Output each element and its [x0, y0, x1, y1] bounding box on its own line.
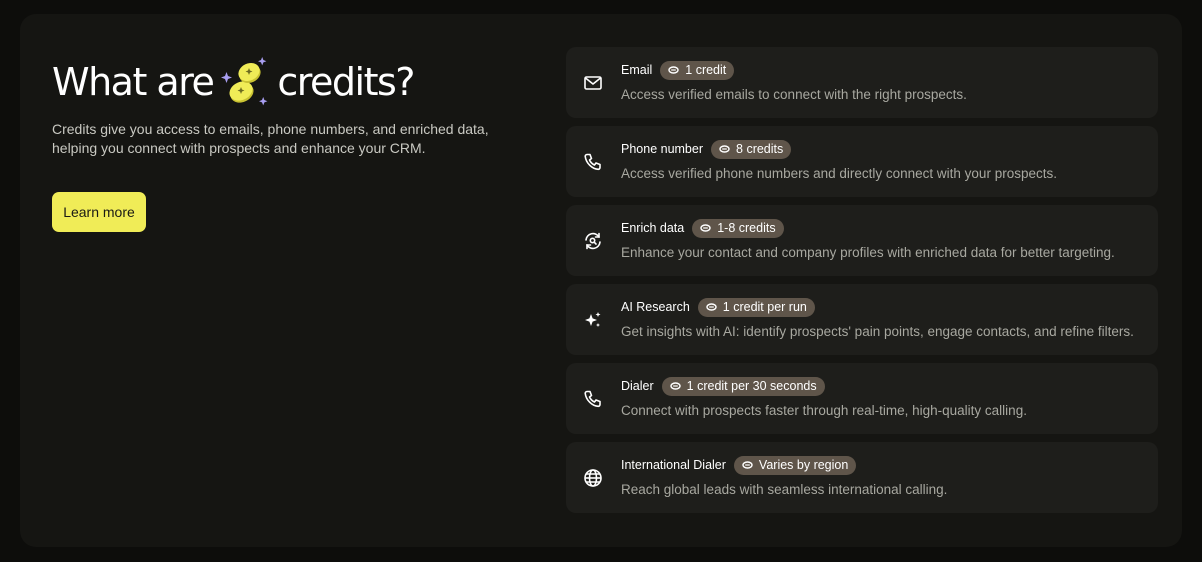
item-title: AI Research	[621, 300, 690, 314]
item-title: Phone number	[621, 142, 704, 156]
credit-cost-badge: Varies by region	[733, 455, 857, 475]
intro-description: Credits give you access to emails, phone…	[52, 121, 489, 156]
credit-item-phone-number: Phone number 8 credits Access verified p…	[566, 126, 1158, 197]
item-description: Get insights with AI: identify prospects…	[621, 324, 1134, 339]
credit-item-dialer: Dialer 1 credit per 30 seconds Connect w…	[566, 363, 1158, 434]
credit-cost: 1 credit per run	[722, 300, 807, 314]
item-title: International Dialer	[621, 458, 726, 472]
coin-icon	[669, 382, 681, 390]
credit-item-enrich-data: Enrich data 1-8 credits Enhance your con…	[566, 205, 1158, 276]
item-description: Access verified emails to connect with t…	[621, 87, 967, 102]
coin-icon	[706, 303, 717, 311]
mail-icon	[583, 73, 603, 93]
credits-panel: What are credits? Credits give you acces…	[20, 14, 1182, 547]
page-title: What are credits?	[52, 54, 512, 110]
item-description: Access verified phone numbers and direct…	[621, 166, 1057, 181]
credit-cost-badge: 1 credit	[660, 60, 735, 80]
sparkle-icon	[583, 310, 603, 330]
coin-icon	[668, 66, 679, 74]
credit-item-international-dialer: International Dialer Varies by region Re…	[566, 442, 1158, 513]
title-text-end: credits?	[277, 60, 415, 104]
credit-cost-badge: 1 credit per run	[697, 297, 815, 317]
title-text-start: What are	[52, 60, 215, 104]
learn-more-button[interactable]: Learn more	[52, 192, 146, 232]
item-description: Reach global leads with seamless interna…	[621, 482, 948, 497]
credit-cost: 1 credit per 30 seconds	[686, 379, 817, 393]
coins-icon	[215, 54, 273, 110]
phone-icon	[583, 152, 603, 172]
coin-icon	[719, 145, 730, 153]
item-title: Enrich data	[621, 221, 685, 235]
item-title: Email	[621, 63, 653, 77]
coin-icon	[742, 461, 753, 469]
credit-cost-badge: 1-8 credits	[692, 218, 784, 238]
globe-icon	[583, 468, 603, 488]
credit-item-email: Email 1 credit Access verified emails to…	[566, 47, 1158, 118]
credit-cost-badge: 1 credit per 30 seconds	[661, 376, 825, 396]
credit-cost: 1-8 credits	[717, 221, 776, 235]
credits-intro: What are credits? Credits give you acces…	[52, 54, 512, 232]
credit-cost-badge: 8 credits	[711, 139, 792, 159]
item-description: Connect with prospects faster through re…	[621, 403, 1027, 418]
item-title: Dialer	[621, 379, 654, 393]
phone-icon	[583, 389, 603, 409]
refresh-search-icon	[583, 231, 603, 251]
item-description: Enhance your contact and company profile…	[621, 245, 1115, 260]
credit-cost: 1 credit	[685, 63, 727, 77]
credit-cost: 8 credits	[736, 142, 784, 156]
credit-cost-list: Email 1 credit Access verified emails to…	[566, 47, 1158, 521]
coin-icon	[700, 224, 711, 232]
credit-item-ai-research: AI Research 1 credit per run Get insight…	[566, 284, 1158, 355]
credit-cost: Varies by region	[758, 458, 849, 472]
